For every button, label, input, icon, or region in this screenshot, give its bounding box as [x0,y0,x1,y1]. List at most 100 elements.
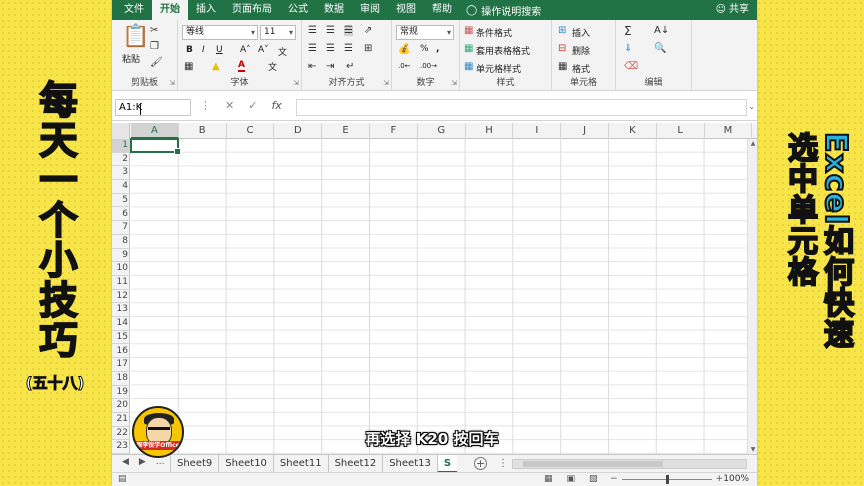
cell-area[interactable] [131,139,747,454]
copy-icon[interactable]: ❐ [150,42,159,52]
conditional-format-button[interactable]: 条件格式 [476,26,512,39]
sheet-tab[interactable]: Sheet11 [272,455,328,473]
column-header[interactable]: I [513,123,562,139]
name-box[interactable]: A1:K [115,99,191,116]
dialog-launcher-icon[interactable]: ⇲ [451,79,457,87]
align-bottom-icon[interactable]: ☰ [344,26,353,36]
scroll-thumb[interactable] [523,461,663,467]
column-header[interactable]: C [227,123,275,139]
number-format-select[interactable]: 常规 ▾ [396,25,454,40]
column-header[interactable]: B [179,123,227,139]
phonetic-guide-icon[interactable]: 文 [268,60,277,73]
vertical-scrollbar[interactable]: ▲ ▼ [747,139,757,454]
column-header[interactable]: E [322,123,370,139]
tab-view[interactable]: 视图 [388,0,424,20]
tab-review[interactable]: 审阅 [352,0,388,20]
scroll-down-icon[interactable]: ▼ [748,446,757,453]
row-header[interactable]: 21 [112,413,130,427]
font-color-icon[interactable]: A [238,60,245,72]
bold-button[interactable]: B [186,45,193,55]
column-header[interactable]: A [131,123,179,139]
borders-icon[interactable]: ▦ [184,62,193,72]
formula-input[interactable] [296,99,747,116]
sheet-tab[interactable]: Sheet10 [218,455,273,473]
cell-styles-button[interactable]: 单元格样式 [476,62,521,75]
active-cell-a1[interactable] [130,138,181,155]
sheet-tab[interactable]: Sheet13 [382,455,437,473]
next-sheet-icon[interactable]: ▶ [139,457,146,467]
row-header[interactable]: 13 [112,303,130,318]
clear-icon[interactable]: ⌫ [624,62,638,72]
row-header[interactable]: 5 [112,194,130,208]
paste-icon[interactable]: 📋 [122,26,149,48]
decrease-indent-icon[interactable]: ⇤ [308,62,316,72]
find-select-icon[interactable]: 🔍 [654,44,666,54]
select-all-corner[interactable] [112,123,130,139]
font-size-select[interactable]: 11 ▾ [260,25,296,40]
align-center-icon[interactable]: ☰ [326,44,335,54]
fill-color-icon[interactable]: ▲ [212,62,220,72]
row-header[interactable]: 14 [112,317,130,331]
fill-icon[interactable]: ⇓ [624,44,632,54]
share-button[interactable]: ☺ 共享 [716,0,749,20]
zoom-knob[interactable] [665,474,669,484]
row-header[interactable]: 1 [112,139,130,153]
increase-font-icon[interactable]: A˄ [240,45,251,55]
cut-icon[interactable]: ✂ [150,26,158,36]
align-middle-icon[interactable]: ☰ [326,26,335,36]
row-header[interactable]: 16 [112,345,130,359]
row-header[interactable]: 4 [112,180,130,194]
percent-button[interactable]: % [420,44,429,54]
merge-icon[interactable]: ⊞ [364,44,372,54]
dialog-launcher-icon[interactable]: ⇲ [293,79,299,87]
tab-help[interactable]: 帮助 [424,0,460,20]
italic-button[interactable]: I [202,45,205,55]
zoom-slider[interactable]: − + [610,474,723,484]
row-header[interactable]: 8 [112,235,130,249]
column-header[interactable]: K [609,123,657,139]
column-header[interactable]: D [274,123,323,139]
add-sheet-button[interactable]: + [474,457,487,470]
decrease-decimal-icon[interactable]: .00→ [420,62,437,70]
format-as-table-button[interactable]: 套用表格格式 [476,44,530,57]
column-header[interactable]: L [657,123,705,139]
page-layout-view-icon[interactable]: ▣ [567,474,576,484]
zoom-in-icon[interactable]: + [716,474,724,484]
currency-icon[interactable]: 💰 [398,45,410,55]
sheet-ellipsis[interactable]: ... [156,457,165,467]
normal-view-icon[interactable]: ▦ [544,474,553,484]
row-header[interactable]: 10 [112,262,130,276]
tab-formulas[interactable]: 公式 [280,0,316,20]
zoom-out-icon[interactable]: − [610,474,618,484]
tab-page-layout[interactable]: 页面布局 [224,0,280,20]
autosum-icon[interactable]: Σ [624,25,632,37]
tell-me-search[interactable]: ◯ 操作说明搜索 [460,3,541,18]
dialog-launcher-icon[interactable]: ⇲ [383,79,389,87]
sheet-tab[interactable]: Sheet12 [327,455,383,473]
row-header[interactable]: 18 [112,372,130,386]
tab-home[interactable]: 开始 [152,0,188,20]
scroll-up-icon[interactable]: ▲ [748,140,757,147]
column-header[interactable]: M [705,123,753,139]
underline-button[interactable]: U [216,45,223,55]
wrap-text-icon[interactable]: ↵ [346,62,354,72]
row-header[interactable]: 3 [112,166,130,181]
align-left-icon[interactable]: ☰ [308,44,317,54]
horizontal-scrollbar[interactable] [512,459,747,469]
row-header[interactable]: 15 [112,331,130,345]
row-header[interactable]: 20 [112,399,130,413]
worksheet-grid[interactable]: ABCDEFGHIJKLM 1 2 3 4 5 6 7 8 9 10 11 12 13 14 15 16 17 1… [112,123,757,454]
page-break-view-icon[interactable]: ▧ [589,474,598,484]
insert-function-icon[interactable]: fx [271,99,281,112]
row-header[interactable]: 7 [112,221,130,235]
macro-record-icon[interactable]: ▤ [118,474,127,484]
increase-indent-icon[interactable]: ⇥ [326,62,334,72]
orientation-icon[interactable]: ⇗ [364,26,372,36]
row-header[interactable]: 17 [112,358,130,372]
align-top-icon[interactable]: ☰ [308,26,317,36]
insert-button[interactable]: 插入 [572,26,590,39]
comma-button[interactable]: , [436,44,439,54]
prev-sheet-icon[interactable]: ◀ [122,457,129,467]
more-options-icon[interactable]: ⋮ [498,455,508,473]
align-right-icon[interactable]: ☰ [344,44,353,54]
